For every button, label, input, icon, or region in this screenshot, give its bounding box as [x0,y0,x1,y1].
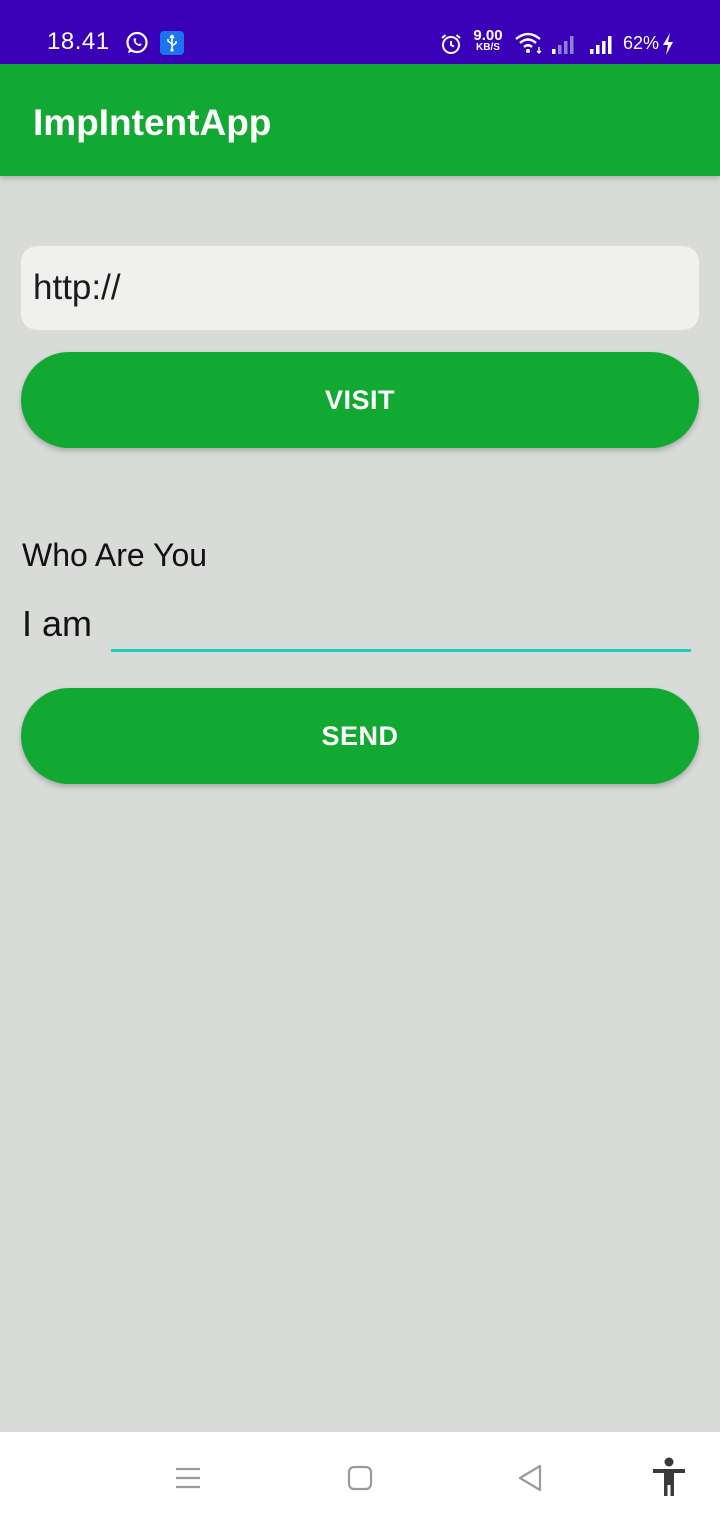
wifi-icon [514,31,544,60]
app-title: ImpIntentApp [33,102,272,143]
accessibility-icon[interactable] [646,1452,692,1502]
name-input[interactable] [111,598,691,652]
status-time: 18.41 [47,28,110,55]
home-icon[interactable] [338,1456,382,1500]
visit-button[interactable]: VISIT [21,352,699,448]
charging-icon [660,32,676,61]
alarm-icon [439,32,463,61]
whatsapp-icon [125,31,149,60]
usb-icon [160,31,184,60]
network-speed: 9.00 KB/S [470,27,506,54]
signal-icon [551,33,579,60]
network-speed-value: 9.00 [473,27,503,44]
i-am-label: I am [22,603,93,644]
status-bar: 18.41 9.00 KB/S 62% [0,0,720,64]
url-input[interactable] [21,246,699,330]
app-screen: 18.41 9.00 KB/S 62% ImpIntentApp http://… [0,0,720,1520]
signal-icon [589,33,617,60]
battery-percent: 62% [623,33,660,53]
app-bar: ImpIntentApp [0,64,720,176]
menu-icon[interactable] [166,1456,210,1500]
who-are-you-label: Who Are You [22,537,208,573]
navigation-bar [0,1432,720,1520]
send-button[interactable]: SEND [21,688,699,784]
back-icon[interactable] [508,1456,552,1500]
